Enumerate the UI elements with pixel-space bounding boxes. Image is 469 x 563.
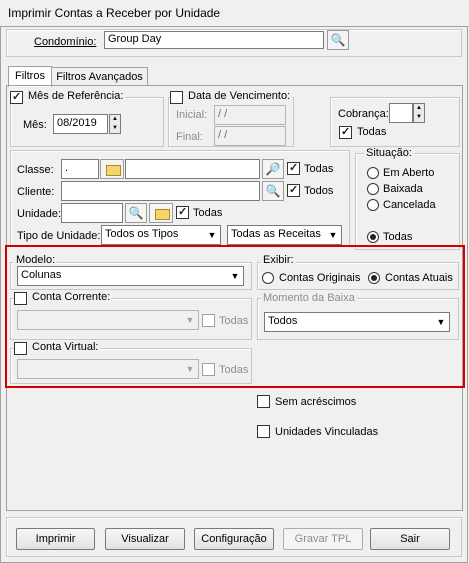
conta-virtual-todas-label: Todas bbox=[219, 364, 249, 376]
receitas-select[interactable]: Todas as Receitas ▼ bbox=[227, 225, 342, 245]
situacao-em-aberto-label: Em Aberto bbox=[383, 167, 435, 179]
classe-code-input[interactable]: . bbox=[61, 159, 99, 179]
classe-label: Classe: bbox=[17, 164, 54, 176]
magnifier-icon: 🔎 bbox=[265, 162, 281, 176]
momento-baixa-legend: Momento da Baixa bbox=[261, 292, 357, 304]
cliente-todos-label: Todos bbox=[304, 185, 334, 197]
conta-virtual-legend: Conta Virtual: bbox=[14, 341, 101, 355]
mes-input[interactable]: 08/2019 bbox=[53, 114, 108, 134]
cobranca-todas-label: Todas bbox=[357, 126, 387, 138]
classe-folder-button[interactable] bbox=[100, 159, 124, 179]
classe-todas-checkbox[interactable] bbox=[287, 161, 300, 175]
exibir-legend: Exibir: bbox=[261, 254, 296, 266]
unidade-todas-checkbox[interactable] bbox=[176, 205, 189, 219]
exibir-originais-label: Contas Originais bbox=[279, 272, 361, 284]
mes-referencia-checkbox[interactable] bbox=[10, 90, 23, 104]
mes-spinner[interactable]: ▲ ▼ bbox=[109, 114, 121, 134]
chevron-down-icon: ▼ bbox=[182, 360, 198, 378]
tipo-unidade-select[interactable]: Todos os Tipos ▼ bbox=[101, 225, 221, 245]
cliente-todos-checkbox[interactable] bbox=[287, 183, 300, 197]
classe-desc-input[interactable] bbox=[125, 159, 260, 179]
sair-button[interactable]: Sair bbox=[370, 528, 450, 550]
situacao-baixada-radio[interactable] bbox=[367, 183, 379, 195]
classe-search-button[interactable]: 🔎 bbox=[262, 159, 284, 179]
tab-filtros[interactable]: Filtros bbox=[8, 66, 52, 87]
visualizar-button[interactable]: Visualizar bbox=[105, 528, 185, 550]
conta-corrente-todas-label: Todas bbox=[219, 315, 249, 327]
cliente-input[interactable] bbox=[61, 181, 260, 201]
cobranca-label: Cobrança: bbox=[338, 108, 389, 120]
final-label: Final: bbox=[176, 131, 203, 143]
cliente-search-button[interactable]: 🔍 bbox=[262, 181, 284, 201]
condominio-label: Condomínio: bbox=[34, 36, 97, 48]
binoculars-icon: 🔍 bbox=[128, 206, 144, 220]
chevron-down-icon: ▼ bbox=[227, 267, 243, 285]
sem-acrescimos-checkbox[interactable] bbox=[257, 395, 270, 408]
conta-virtual-todas-checkbox[interactable] bbox=[202, 363, 215, 376]
final-input[interactable]: / / bbox=[214, 126, 286, 146]
tipo-unidade-label: Tipo de Unidade: bbox=[17, 230, 101, 242]
conta-corrente-todas-checkbox[interactable] bbox=[202, 314, 215, 327]
tab-filtros-avancados[interactable]: Filtros Avançados bbox=[51, 67, 148, 86]
cobranca-spinner[interactable]: ▲ ▼ bbox=[413, 103, 425, 123]
classe-todas-label: Todas bbox=[304, 163, 334, 175]
title-bar: Imprimir Contas a Receber por Unidade bbox=[0, 0, 469, 27]
conta-corrente-select[interactable]: ▼ bbox=[17, 310, 199, 330]
exibir-originais-radio[interactable] bbox=[262, 272, 274, 284]
imprimir-button[interactable]: Imprimir bbox=[16, 528, 95, 550]
unidades-vinculadas-label: Unidades Vinculadas bbox=[275, 426, 379, 438]
unidade-search-button[interactable]: 🔍 bbox=[125, 203, 147, 223]
inicial-label: Inicial: bbox=[176, 109, 208, 121]
unidade-label: Unidade: bbox=[17, 208, 62, 220]
search-condominio-button[interactable]: 🔍 bbox=[327, 30, 349, 50]
conta-corrente-legend: Conta Corrente: bbox=[14, 291, 113, 305]
binoculars-icon: 🔍 bbox=[265, 184, 281, 198]
folder-icon bbox=[155, 209, 170, 220]
gravar-tpl-button[interactable]: Gravar TPL bbox=[283, 528, 363, 550]
configuracao-button[interactable]: Configuração bbox=[194, 528, 274, 550]
conta-virtual-select[interactable]: ▼ bbox=[17, 359, 199, 379]
modelo-select[interactable]: Colunas ▼ bbox=[17, 266, 244, 286]
condominio-input[interactable]: Group Day bbox=[104, 31, 324, 49]
mes-referencia-legend: Mês de Referência: bbox=[10, 90, 126, 104]
situacao-baixada-label: Baixada bbox=[383, 183, 423, 195]
unidade-input[interactable] bbox=[61, 203, 123, 223]
chevron-down-icon: ▼ bbox=[433, 313, 449, 331]
situacao-legend: Situação: bbox=[364, 147, 414, 159]
situacao-cancelada-label: Cancelada bbox=[383, 199, 436, 211]
vencimento-legend: Data de Vencimento: bbox=[170, 90, 293, 104]
modelo-legend: Modelo: bbox=[14, 254, 58, 266]
unidade-folder-button[interactable] bbox=[149, 203, 173, 223]
binoculars-icon: 🔍 bbox=[330, 33, 346, 47]
unidades-vinculadas-checkbox[interactable] bbox=[257, 425, 270, 438]
momento-baixa-select[interactable]: Todos ▼ bbox=[264, 312, 450, 332]
chevron-down-icon: ▼ bbox=[182, 311, 198, 329]
situacao-cancelada-radio[interactable] bbox=[367, 199, 379, 211]
cobranca-input[interactable] bbox=[389, 103, 413, 123]
cliente-label: Cliente: bbox=[17, 186, 55, 198]
cobranca-todas-checkbox[interactable] bbox=[339, 125, 352, 139]
situacao-todas-radio[interactable] bbox=[367, 231, 379, 243]
folder-icon bbox=[106, 165, 121, 176]
chevron-down-icon: ▼ bbox=[325, 226, 341, 244]
conta-virtual-checkbox[interactable] bbox=[14, 342, 27, 355]
situacao-em-aberto-radio[interactable] bbox=[367, 167, 379, 179]
vencimento-checkbox[interactable] bbox=[170, 91, 183, 104]
unidade-todas-label: Todas bbox=[193, 207, 223, 219]
situacao-todas-label: Todas bbox=[383, 231, 413, 243]
chevron-down-icon: ▼ bbox=[204, 226, 220, 244]
conta-corrente-checkbox[interactable] bbox=[14, 292, 27, 305]
window-title: Imprimir Contas a Receber por Unidade bbox=[8, 6, 221, 20]
sem-acrescimos-label: Sem acréscimos bbox=[275, 396, 357, 408]
mes-label: Mês: bbox=[23, 119, 47, 131]
inicial-input[interactable]: / / bbox=[214, 105, 286, 125]
exibir-atuais-label: Contas Atuais bbox=[385, 272, 453, 284]
exibir-atuais-radio[interactable] bbox=[368, 272, 380, 284]
